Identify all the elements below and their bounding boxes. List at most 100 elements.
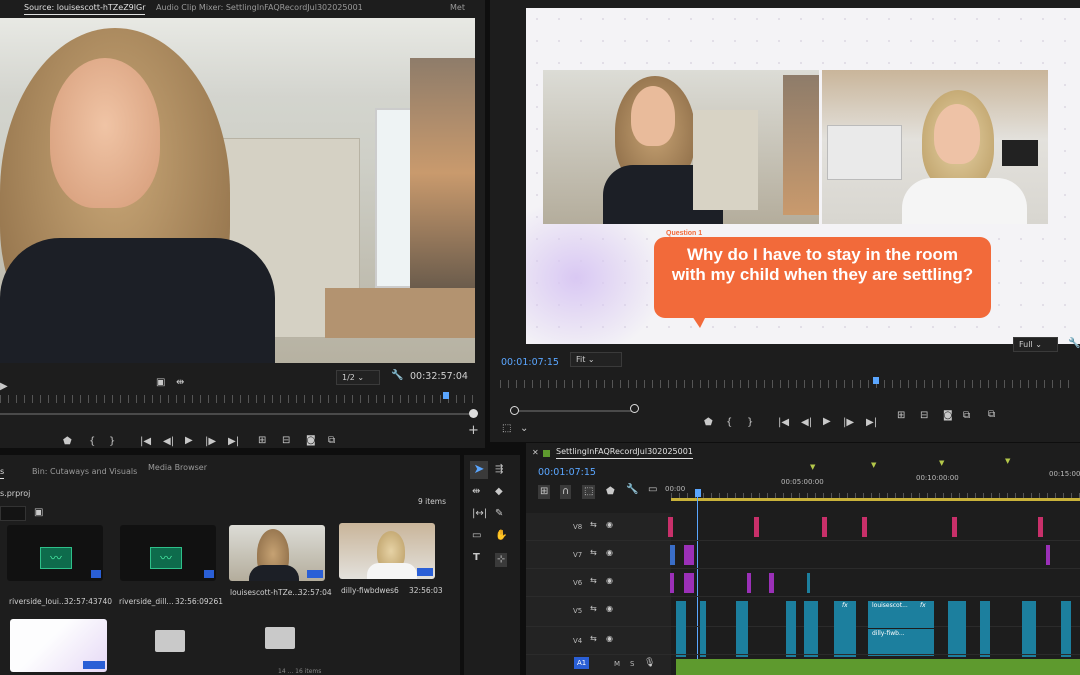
project-item-audio-1[interactable]: 〰	[7, 525, 103, 581]
eye-icon[interactable]: ◉	[606, 549, 613, 557]
pen-tool[interactable]: ✎	[495, 509, 503, 519]
program-chevron-icon[interactable]: ⌄	[520, 424, 528, 434]
program-quality-select[interactable]: Full ⌄	[1013, 337, 1058, 352]
timeline-clip[interactable]	[1038, 517, 1043, 537]
sync-lock-icon[interactable]: ⇆	[590, 605, 597, 613]
timeline-clip[interactable]	[952, 517, 957, 537]
source-playhead[interactable]	[443, 392, 449, 399]
resolution-select[interactable]: 1/2 ⌄	[336, 370, 380, 385]
folder-icon[interactable]	[265, 627, 295, 649]
compare-icon[interactable]: ⧉	[963, 411, 970, 421]
tab-bin-cutaways[interactable]: Bin: Cutaways and Visuals	[32, 467, 137, 476]
out-point-icon[interactable]: }	[109, 437, 115, 447]
timeline-playhead[interactable]	[695, 489, 701, 497]
program-zoom-handle-left[interactable]	[510, 406, 519, 415]
button-editor-icon[interactable]: ⧉	[328, 436, 335, 446]
razor-tool[interactable]: ◆	[495, 487, 503, 497]
audio-clip[interactable]	[676, 659, 1080, 675]
snap-icon[interactable]: ∩	[560, 485, 572, 499]
time-ruler[interactable]: 00:00 00:05:00:00 00:10:00:00 00:15:00 ▼…	[665, 457, 1080, 503]
program-go-to-in-icon[interactable]: |◀	[778, 418, 789, 428]
timeline-wrench-icon[interactable]: 🔧	[626, 485, 638, 495]
tab-project[interactable]: s	[0, 467, 5, 479]
selection-tool[interactable]: ➤	[470, 461, 488, 479]
timeline-clip[interactable]	[747, 573, 751, 593]
linked-selection-icon[interactable]: ⬚	[582, 485, 596, 499]
timeline-clip[interactable]	[1046, 545, 1050, 565]
timeline-marker-icon[interactable]: ▼	[939, 459, 944, 467]
program-go-to-out-icon[interactable]: ▶|	[866, 418, 877, 428]
track-select-tool[interactable]: ⇶	[495, 465, 503, 475]
safe-margins-icon[interactable]: ▣	[156, 378, 165, 388]
timeline-clip[interactable]	[668, 517, 673, 537]
go-to-out-icon[interactable]: ▶|	[228, 437, 239, 447]
tab-source[interactable]: Source: louisescott-hTZeZ9lGr	[24, 3, 146, 15]
timeline-clip-louise[interactable]: louisescot... fx	[868, 601, 934, 628]
program-wrench-icon[interactable]: 🔧	[1068, 339, 1080, 349]
timeline-clip[interactable]	[670, 545, 675, 565]
play-icon[interactable]: ▶	[185, 436, 193, 446]
tab-metadata[interactable]: Met	[450, 3, 465, 12]
track-target-a1[interactable]: A1	[574, 657, 590, 669]
close-icon[interactable]: ✕	[532, 449, 539, 457]
wrench-icon[interactable]: 🔧	[391, 371, 403, 381]
marker-icon[interactable]: ⬟	[63, 437, 72, 447]
source-video-frame[interactable]	[0, 18, 475, 363]
generate-tool[interactable]: ⊹	[495, 553, 508, 567]
lift-icon[interactable]: ⊞	[897, 411, 905, 421]
nest-icon[interactable]: ⊞	[538, 485, 551, 499]
type-tool[interactable]: T	[473, 553, 480, 563]
new-bin-icon[interactable]: ▣	[34, 508, 43, 518]
sync-lock-icon[interactable]: ⇆	[590, 635, 597, 643]
timeline-timecode[interactable]: 00:01:07:15	[538, 467, 596, 478]
project-item-graphic[interactable]	[10, 619, 107, 672]
drop-frame-icon[interactable]: ⇹	[176, 378, 184, 388]
eye-icon[interactable]: ◉	[606, 605, 613, 613]
eye-icon[interactable]: ◉	[606, 635, 613, 643]
work-area-bar[interactable]	[671, 498, 1080, 501]
rectangle-tool[interactable]: ▭	[472, 531, 481, 541]
tab-sequence[interactable]: SettlingInFAQRecordJul302025001	[556, 447, 693, 459]
program-time-ruler[interactable]	[500, 380, 1070, 388]
timeline-clip[interactable]	[684, 573, 694, 593]
program-video-frame[interactable]: Question 1 Why do I have to stay in the …	[526, 8, 1080, 344]
tab-audio-clip-mixer[interactable]: Audio Clip Mixer: SettlingInFAQRecordJul…	[156, 3, 363, 12]
timeline-marker-icon[interactable]: ▼	[1005, 457, 1010, 465]
ripple-edit-tool[interactable]: ⇹	[472, 487, 480, 497]
slip-tool[interactable]: |↔|	[472, 509, 487, 519]
solo-button[interactable]: S	[630, 660, 634, 668]
captions-icon[interactable]: ▭	[648, 485, 657, 495]
timeline-clip[interactable]	[670, 573, 674, 593]
eye-icon[interactable]: ◉	[606, 577, 613, 585]
hand-tool[interactable]: ✋	[495, 531, 507, 541]
sync-lock-icon[interactable]: ⇆	[590, 577, 597, 585]
timeline-marker-icon[interactable]: ▼	[810, 463, 815, 471]
program-step-back-icon[interactable]: ◀|	[801, 418, 812, 428]
step-back-icon[interactable]: ◀|	[163, 437, 174, 447]
program-step-forward-icon[interactable]: |▶	[843, 418, 854, 428]
overwrite-icon[interactable]: ⊟	[282, 436, 290, 446]
timeline-clip[interactable]	[822, 517, 827, 537]
step-forward-icon[interactable]: |▶	[205, 437, 216, 447]
project-item-audio-2[interactable]: 〰	[120, 525, 216, 581]
sync-lock-icon[interactable]: ⇆	[590, 521, 597, 529]
program-add-icon[interactable]: ⧉	[988, 410, 995, 420]
program-marker-icon[interactable]: ⬟	[704, 418, 713, 428]
sync-lock-icon[interactable]: ⇆	[590, 549, 597, 557]
in-point-icon[interactable]: {	[89, 437, 95, 447]
program-play-icon[interactable]: ▶	[823, 417, 831, 427]
project-item-video-dilly[interactable]	[339, 523, 435, 579]
folder-icon[interactable]	[155, 630, 185, 652]
timeline-marker-icon[interactable]: ▼	[871, 461, 876, 469]
program-in-point-icon[interactable]: {	[726, 418, 732, 428]
camera-icon[interactable]: ◙	[306, 436, 316, 446]
source-zoom-bar[interactable]	[0, 413, 470, 415]
add-icon[interactable]: +	[468, 424, 479, 437]
extract-icon[interactable]: ⊟	[920, 411, 928, 421]
program-playhead[interactable]	[873, 377, 879, 384]
program-safe-margins-icon[interactable]: ⬚	[502, 424, 511, 434]
tab-media-browser[interactable]: Media Browser	[148, 463, 207, 472]
microphone-icon[interactable]: 🎙	[644, 659, 655, 668]
go-to-in-icon[interactable]: |◀	[140, 437, 151, 447]
timeline-clip[interactable]	[754, 517, 759, 537]
